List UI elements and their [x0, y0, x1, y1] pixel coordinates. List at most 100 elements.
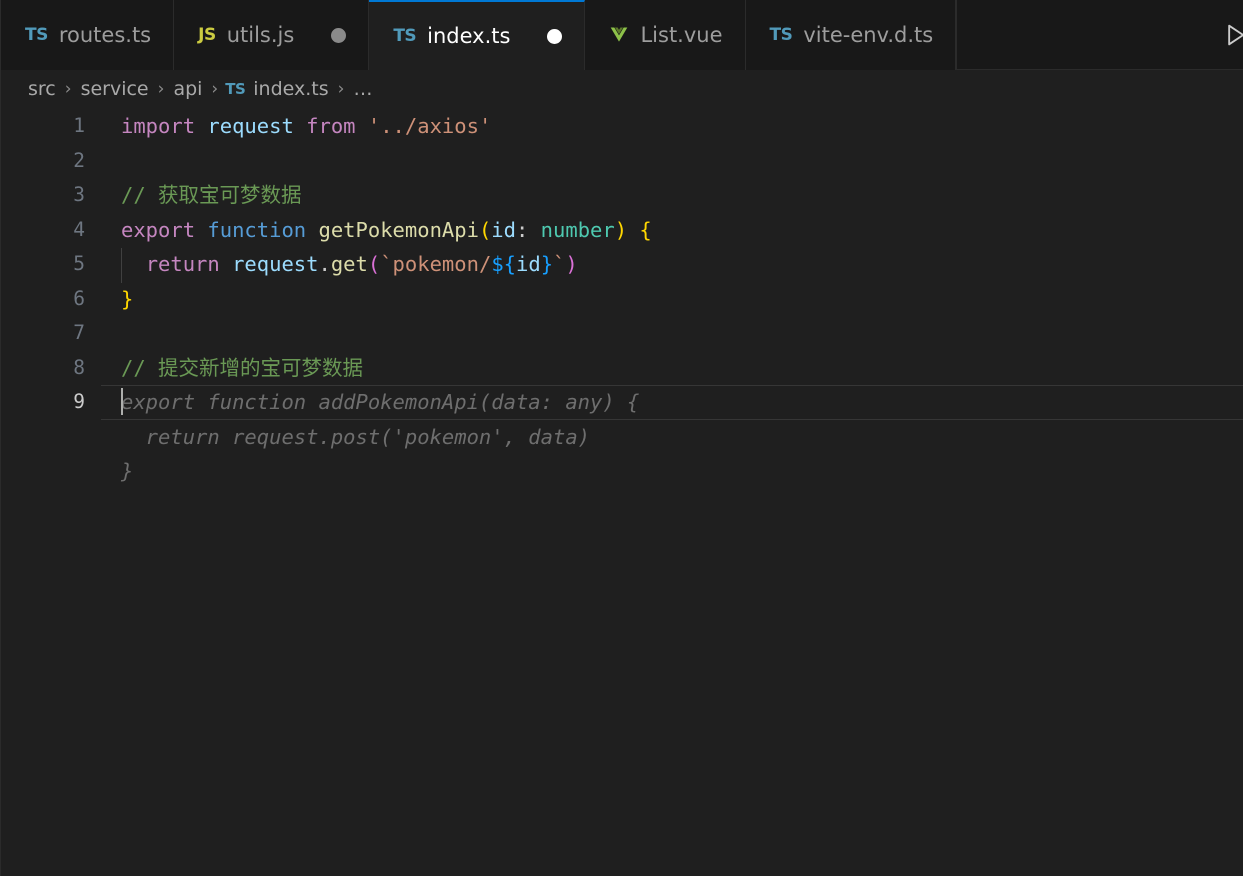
vscode-editor-window: TS routes.ts JS utils.js TS index.ts List.vue T… — [0, 0, 1243, 876]
line-number: 3 — [73, 183, 85, 206]
code-line[interactable]: 3 // 获取宝可梦数据 — [1, 178, 1243, 213]
editor-tab-index-ts[interactable]: TS index.ts — [369, 0, 586, 70]
code-token: // 获取宝可梦数据 — [121, 183, 302, 207]
code-token: function — [207, 217, 307, 242]
code-token: request — [207, 114, 294, 138]
code-token: export — [121, 217, 196, 242]
breadcrumb-item-src[interactable]: src — [26, 78, 58, 100]
inline-suggestion-text: } — [121, 459, 134, 483]
code-token: ${ — [491, 252, 516, 276]
code-line[interactable]: 9 export function addPokemonApi(data: any… — [1, 385, 1243, 420]
code-token: id — [516, 252, 541, 276]
code-token: // 提交新增的宝可梦数据 — [121, 355, 364, 380]
code-token: import — [121, 114, 196, 138]
code-token: } — [540, 252, 554, 276]
breadcrumb[interactable]: src › service › api › TS index.ts › … — [1, 70, 1243, 108]
typescript-file-icon: TS — [393, 25, 417, 46]
code-token: : — [515, 217, 529, 242]
code-line[interactable]: 5 return request.get(`pokemon/${id}`) — [1, 247, 1243, 282]
code-token: getPokemonApi — [318, 217, 479, 242]
run-play-icon[interactable] — [1213, 13, 1243, 57]
editor-tab-label: routes.ts — [58, 23, 152, 47]
code-editor[interactable]: 1 import request from '../axios' 2 3// 获取宝可… — [1, 108, 1243, 876]
editor-tab-label: index.ts — [427, 24, 511, 48]
line-number: 1 — [73, 114, 85, 137]
breadcrumb-item-service[interactable]: service — [79, 78, 151, 100]
code-token: id — [491, 217, 516, 242]
editor-tab-routes-ts[interactable]: TS routes.ts — [1, 0, 175, 70]
code-line[interactable]: 4 export function getPokemonApi(id: numbe… — [1, 213, 1243, 248]
code-token: ) — [614, 217, 628, 242]
line-number: 7 — [73, 321, 85, 344]
code-line[interactable]: 1 import request from '../axios' — [1, 109, 1243, 144]
code-line[interactable]: 7 — [1, 316, 1243, 351]
code-token: return — [145, 252, 220, 276]
typescript-file-icon: TS — [225, 80, 246, 98]
code-token: { — [639, 217, 652, 242]
line-number: 9 — [73, 390, 85, 413]
tab-bar-actions — [956, 0, 1243, 69]
code-token: ( — [478, 217, 492, 242]
breadcrumb-separator: › — [211, 79, 219, 99]
line-number: 6 — [73, 286, 85, 310]
code-text[interactable]: export function addPokemonApi(data: any)… — [85, 385, 639, 420]
vue-file-icon — [609, 25, 629, 45]
breadcrumb-item-api[interactable]: api — [171, 78, 204, 100]
inline-suggestion-text: export function addPokemonApi(data: any)… — [121, 390, 640, 414]
code-line[interactable]: 6} — [1, 282, 1243, 317]
breadcrumb-separator: › — [157, 79, 165, 99]
code-line-suggestion: return request.post('pokemon', data) — [1, 420, 1243, 455]
line-number: 5 — [73, 252, 85, 275]
code-line[interactable]: 8 // 提交新增的宝可梦数据 — [1, 351, 1243, 386]
line-number: 2 — [73, 148, 85, 172]
breadcrumb-separator: › — [64, 79, 72, 99]
editor-tab-bar: TS routes.ts JS utils.js TS index.ts List.vue T… — [1, 0, 1243, 70]
editor-tab-label: List.vue — [640, 23, 723, 47]
code-token: get — [330, 252, 368, 276]
code-text[interactable]: import request from '../axios' — [85, 109, 491, 144]
inline-suggestion-text: return request.post('pokemon', data) — [121, 424, 590, 449]
typescript-file-icon: TS — [769, 24, 793, 45]
code-token: ( — [367, 252, 381, 276]
code-token: `pokemon/ — [380, 252, 492, 276]
code-text[interactable]: // 提交新增的宝可梦数据 — [85, 351, 363, 386]
code-text[interactable]: } — [85, 282, 133, 317]
editor-tab-label: utils.js — [226, 23, 295, 47]
code-token: number — [540, 217, 615, 242]
code-line-suggestion: } — [1, 454, 1243, 489]
code-token: from — [306, 114, 356, 138]
editor-tab-vite-env-d-ts[interactable]: TS vite-env.d.ts — [745, 0, 957, 70]
code-token: } — [121, 286, 134, 311]
code-token: . — [318, 252, 331, 276]
code-token: request — [232, 252, 319, 276]
breadcrumb-separator: › — [337, 79, 345, 99]
typescript-file-icon: TS — [25, 24, 48, 45]
code-lines[interactable]: 1 import request from '../axios' 2 3// 获取宝可… — [1, 108, 1243, 489]
code-token: ` — [553, 252, 566, 276]
code-text[interactable]: // 获取宝可梦数据 — [85, 178, 302, 213]
breadcrumb-item-file[interactable]: index.ts — [251, 78, 330, 100]
editor-tab-label: vite-env.d.ts — [803, 23, 934, 47]
line-number: 8 — [73, 355, 85, 379]
breadcrumb-item-overflow[interactable]: … — [351, 78, 374, 100]
editor-tab-utils-js[interactable]: JS utils.js — [174, 0, 370, 70]
code-text[interactable]: export function getPokemonApi(id: number… — [85, 213, 652, 248]
code-line[interactable]: 2 — [1, 144, 1243, 179]
editor-tab-List-vue[interactable]: List.vue — [585, 0, 746, 70]
line-number: 4 — [73, 217, 85, 241]
code-token: '../axios' — [367, 114, 492, 138]
unsaved-changes-dot-icon[interactable] — [547, 28, 563, 44]
code-text[interactable]: return request.get(`pokemon/${id}`) — [85, 247, 578, 282]
unsaved-changes-dot-icon[interactable] — [331, 27, 347, 43]
code-token: ) — [565, 252, 578, 276]
javascript-file-icon: JS — [198, 24, 216, 45]
